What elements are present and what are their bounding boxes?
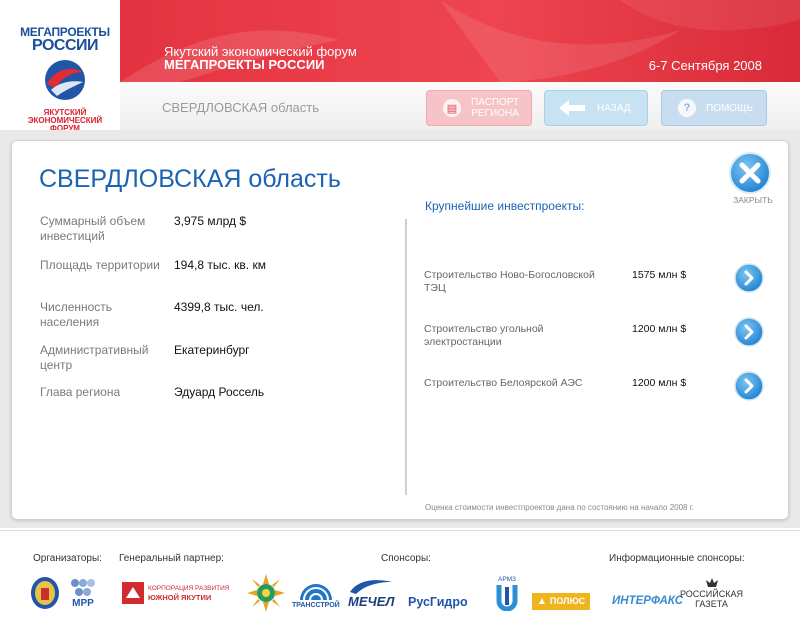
help-button[interactable]: ? ПОМОЩЬ [661,90,767,126]
armz-u-icon [496,584,518,611]
header: МЕГАПРОЕКТЫ РОССИИ ЯКУТСКИЙ ЭКОНОМИЧЕСКИ… [0,0,800,133]
question-icon: ? [678,99,696,117]
chevron-right-icon[interactable] [734,371,764,401]
back-label: НАЗАД [597,102,631,114]
eagle-emblem-icon [705,578,718,587]
chevron-right-icon[interactable] [734,317,764,347]
rg-text-2: ГАЗЕТА [695,599,728,609]
forum-date: 6-7 Сентября 2008 [648,58,762,73]
polyus-text: ПОЛЮС [549,596,586,606]
mrr-dots-icon [71,578,95,596]
interfax-text: ИНТЕРФАКС [612,595,684,607]
brand-logo: МЕГАПРОЕКТЫ РОССИИ ЯКУТСКИЙ ЭКОНОМИЧЕСКИ… [20,26,110,133]
project-row: Строительство Белоярской АЭС 1200 млн $ [424,371,774,413]
stat-label: Суммарный объем инвестиций [40,214,146,243]
region-card: СВЕРДЛОВСКАЯ область Суммарный объем инв… [11,140,789,520]
corp-text-2: ЮЖНОЙ ЯКУТИИ [148,593,212,602]
rushydro-logo: РусГидро [408,591,468,613]
mechel-text: МЕЧЕЛ [348,593,395,609]
corp-south-yakutia-logo: КОРПОРАЦИЯ РАЗВИТИЯ ЮЖНОЙ ЯКУТИИ [122,573,229,613]
stat-label: Численность населения [40,300,113,329]
rg-text-1: РОССИЙСКАЯ [680,589,743,599]
column-divider [405,219,407,495]
chevron-right-icon[interactable] [734,263,764,293]
close-label: ЗАКРЫТЬ [733,195,773,205]
project-name: Строительство Белоярской АЭС [424,377,583,389]
top-banner: Якутский экономический форум МЕГАПРОЕКТЫ… [120,0,800,82]
sun-icon [247,574,285,612]
rossiyskaya-gazeta-logo: РОССИЙСКАЯ ГАЗЕТА [680,573,743,613]
stat-value: 194,8 тыс. кв. км [174,258,266,272]
project-row: Строительство угольной электростанции 12… [424,317,774,359]
armz-text: АРМЗ [498,575,516,583]
projects-heading: Крупнейшие инвестпроекты: [425,199,585,213]
breadcrumb: СВЕРДЛОВСКАЯ область [162,100,319,115]
general-partner-label: Генеральный партнер: [119,553,224,564]
sponsors-label: Спонсоры: [381,553,431,564]
arrow-left-icon [559,100,585,116]
close-button[interactable] [728,151,772,195]
info-sponsors-label: Информационные спонсоры: [609,553,745,564]
stat-label: Глава региона [40,385,121,399]
rushydro-text: РусГидро [408,595,468,609]
transstroy-logo: ТРАНССТРОЙ [292,573,340,613]
project-cost: 1575 млн $ [632,269,687,281]
mrr-text: МРР [72,597,94,609]
passport-icon: ▤ [443,99,461,117]
armz-logo: АРМЗ [496,573,518,613]
mrr-logo: МРР [70,573,96,613]
corp-square-icon [122,582,144,604]
forum-emblem-icon [45,60,85,100]
polyus-logo: ▲ ПОЛЮС [532,591,591,611]
sponsors-footer: Организаторы: Генеральный партнер: Спонс… [0,530,800,640]
interfax-logo: ИНТЕРФАКС [612,589,683,613]
forum-title: МЕГАПРОЕКТЫ РОССИИ [164,57,325,72]
help-label: ПОМОЩЬ [706,102,754,114]
brand-big-text: РОССИИ [31,37,99,54]
region-passport-button[interactable]: ▤ ПАСПОРТ РЕГИОНА [426,90,532,126]
transstroy-text: ТРАНССТРОЙ [292,601,340,609]
mechel-swoosh-icon [350,579,392,594]
project-name: Строительство Ново-Богословской ТЭЦ [424,269,595,294]
subheader-bar: СВЕРДЛОВСКАЯ область ▤ ПАСПОРТ РЕГИОНА Н… [120,82,800,130]
corp-text-1: КОРПОРАЦИЯ РАЗВИТИЯ [148,585,230,592]
stat-label: Административный центр [40,343,149,372]
stat-value: Эдуард Россель [174,385,265,399]
region-title: СВЕРДЛОВСКАЯ область [39,165,341,193]
project-cost: 1200 млн $ [632,323,687,335]
projects-note: Оценка стоимости инвестпроектов дана по … [425,503,694,512]
transstroy-globe-icon [299,583,332,600]
stat-value: Екатеринбург [174,343,250,357]
sun-sponsor-logo [247,573,285,613]
organizers-label: Организаторы: [33,553,102,564]
project-cost: 1200 млн $ [632,377,687,389]
passport-label-line-2: РЕГИОНА [471,108,519,119]
yakutia-emblem-logo [30,573,60,613]
project-name: Строительство угольной электростанции [424,323,544,348]
passport-label-line-1: ПАСПОРТ [471,97,520,108]
mechel-logo: МЕЧЕЛ [348,573,394,613]
polyus-mark-icon: ▲ [537,595,547,607]
stat-label: Площадь территории [40,258,160,272]
yakutia-emblem-icon [31,577,59,609]
stat-value: 4399,8 тыс. чел. [174,300,264,314]
back-button[interactable]: НАЗАД [544,90,648,126]
stat-value: 3,975 млрд $ [174,214,247,228]
project-row: Строительство Ново-Богословской ТЭЦ 1575… [424,263,774,305]
